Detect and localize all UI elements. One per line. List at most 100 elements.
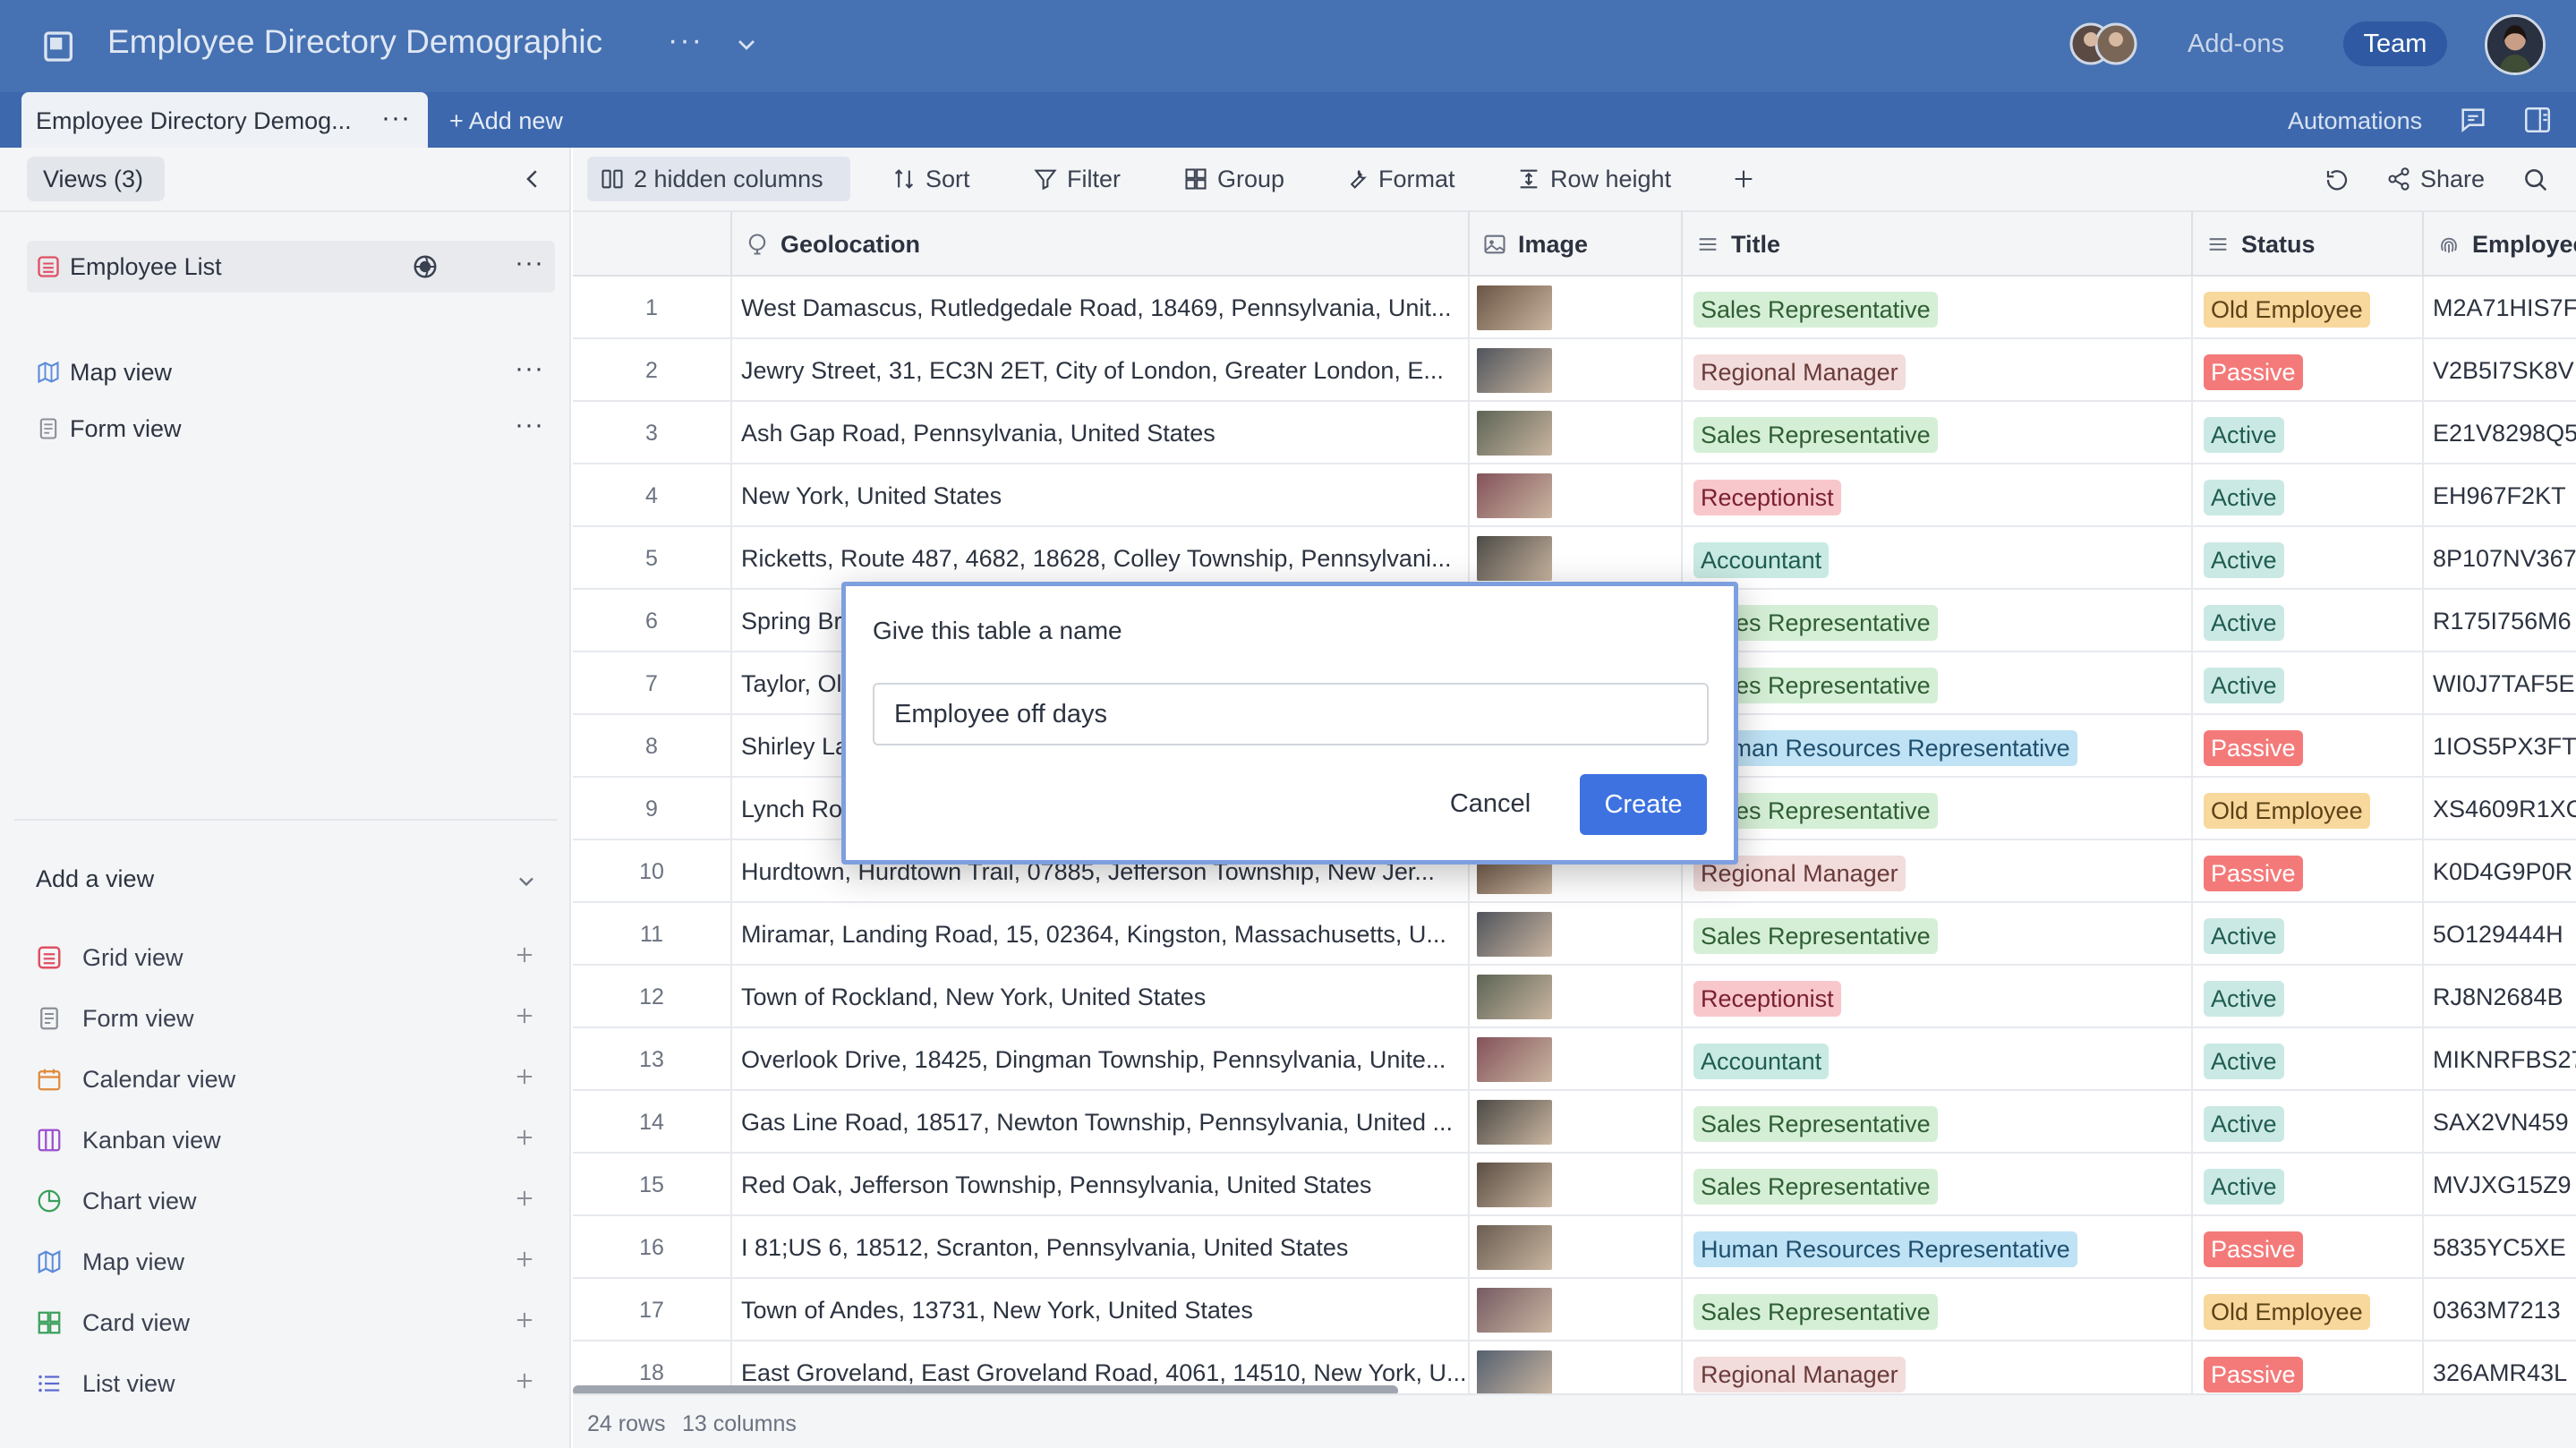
- table-tab-active[interactable]: Employee Directory Demog... ···: [21, 92, 428, 148]
- comment-icon[interactable]: [2458, 105, 2488, 135]
- title-cell[interactable]: Regional Manager: [1683, 1342, 2193, 1393]
- add-chart-view[interactable]: Chart view: [36, 1179, 546, 1223]
- column-header-status[interactable]: Status: [2193, 212, 2424, 277]
- status-cell[interactable]: Active: [2193, 903, 2424, 966]
- title-cell[interactable]: Sales Representative: [1683, 1154, 2193, 1216]
- status-cell[interactable]: Old Employee: [2193, 1279, 2424, 1342]
- plus-icon[interactable]: [512, 1186, 537, 1211]
- title-cell[interactable]: Sales Representative: [1683, 402, 2193, 464]
- employee-photo[interactable]: [1477, 1100, 1552, 1145]
- search-icon[interactable]: [2522, 166, 2549, 193]
- title-cell[interactable]: Receptionist: [1683, 464, 2193, 527]
- row-height-button[interactable]: Row height: [1516, 157, 1686, 201]
- table-tab-more-button[interactable]: ···: [381, 103, 411, 133]
- column-header-title[interactable]: Title: [1683, 212, 2193, 277]
- plus-icon[interactable]: [512, 942, 537, 967]
- geolocation-cell[interactable]: Overlook Drive, 18425, Dingman Township,…: [732, 1028, 1470, 1091]
- base-title[interactable]: Employee Directory Demographic: [107, 23, 602, 61]
- employee-id-cell[interactable]: EH967F2KT: [2424, 464, 2576, 527]
- view-more-button[interactable]: ···: [515, 410, 544, 440]
- employee-photo[interactable]: [1477, 1350, 1552, 1393]
- employee-id-cell[interactable]: 1IOS5PX3FT: [2424, 715, 2576, 778]
- table-row[interactable]: 14 Gas Line Road, 18517, Newton Township,…: [573, 1091, 2576, 1154]
- employee-id-cell[interactable]: 8P107NV367: [2424, 527, 2576, 590]
- geolocation-cell[interactable]: Jewry Street, 31, EC3N 2ET, City of Lond…: [732, 339, 1470, 402]
- filter-button[interactable]: Filter: [1033, 157, 1131, 201]
- image-cell[interactable]: [1470, 464, 1683, 527]
- plus-icon[interactable]: [512, 1307, 537, 1333]
- view-item-employee-list[interactable]: Employee List ···: [27, 241, 555, 293]
- employee-photo[interactable]: [1477, 975, 1552, 1019]
- column-header-employee[interactable]: Employee: [2424, 212, 2576, 277]
- employee-id-cell[interactable]: RJ8N2684B: [2424, 966, 2576, 1028]
- table-row[interactable]: 11 Miramar, Landing Road, 15, 02364, King…: [573, 903, 2576, 966]
- create-button[interactable]: Create: [1580, 774, 1707, 835]
- view-more-button[interactable]: ···: [515, 353, 544, 384]
- automations-button[interactable]: Automations: [2288, 107, 2422, 135]
- employee-photo[interactable]: [1477, 536, 1552, 581]
- geolocation-cell[interactable]: Ash Gap Road, Pennsylvania, United State…: [732, 402, 1470, 464]
- panel-icon[interactable]: [2522, 105, 2553, 135]
- employee-id-cell[interactable]: WI0J7TAF5E: [2424, 652, 2576, 715]
- status-cell[interactable]: Passive: [2193, 1342, 2424, 1393]
- plus-icon[interactable]: [512, 1064, 537, 1089]
- table-row[interactable]: 17 Town of Andes, 13731, New York, United…: [573, 1279, 2576, 1342]
- employee-id-cell[interactable]: SAX2VN459: [2424, 1091, 2576, 1154]
- title-cell[interactable]: Sales Representative: [1683, 277, 2193, 339]
- chevron-down-icon[interactable]: [732, 30, 761, 59]
- geolocation-cell[interactable]: Gas Line Road, 18517, Newton Township, P…: [732, 1091, 1470, 1154]
- employee-id-cell[interactable]: V2B5I7SK8V: [2424, 339, 2576, 402]
- status-cell[interactable]: Active: [2193, 402, 2424, 464]
- plus-icon[interactable]: [512, 1003, 537, 1028]
- geolocation-cell[interactable]: Red Oak, Jefferson Township, Pennsylvani…: [732, 1154, 1470, 1216]
- geolocation-cell[interactable]: Town of Rockland, New York, United State…: [732, 966, 1470, 1028]
- employee-photo[interactable]: [1477, 1037, 1552, 1082]
- collaborator-avatars[interactable]: [2069, 21, 2141, 66]
- table-row[interactable]: 3 Ash Gap Road, Pennsylvania, United Stat…: [573, 402, 2576, 464]
- status-cell[interactable]: Passive: [2193, 339, 2424, 402]
- title-cell[interactable]: Receptionist: [1683, 966, 2193, 1028]
- base-icon[interactable]: [41, 29, 77, 64]
- title-cell[interactable]: Sales Representative: [1683, 903, 2193, 966]
- image-cell[interactable]: [1470, 966, 1683, 1028]
- employee-id-cell[interactable]: 5O129444H: [2424, 903, 2576, 966]
- status-cell[interactable]: Passive: [2193, 715, 2424, 778]
- user-avatar[interactable]: [2485, 14, 2546, 75]
- view-item-map-view[interactable]: Map view ···: [27, 346, 555, 398]
- title-cell[interactable]: Regional Manager: [1683, 339, 2193, 402]
- sort-button[interactable]: Sort: [891, 157, 981, 201]
- geolocation-cell[interactable]: Ricketts, Route 487, 4682, 18628, Colley…: [732, 527, 1470, 590]
- chevron-down-icon[interactable]: [514, 869, 539, 894]
- add-form-view[interactable]: Form view: [36, 996, 546, 1041]
- employee-id-cell[interactable]: MVJXG15Z9: [2424, 1154, 2576, 1216]
- employee-photo[interactable]: [1477, 1225, 1552, 1270]
- image-cell[interactable]: [1470, 903, 1683, 966]
- employee-id-cell[interactable]: 0363M7213: [2424, 1279, 2576, 1342]
- employee-photo[interactable]: [1477, 912, 1552, 957]
- status-cell[interactable]: Active: [2193, 464, 2424, 527]
- view-more-button[interactable]: ···: [515, 248, 544, 278]
- employee-id-cell[interactable]: 326AMR43L: [2424, 1342, 2576, 1393]
- addons-button[interactable]: Add-ons: [2188, 30, 2284, 59]
- table-name-input[interactable]: [873, 683, 1709, 745]
- globe-icon[interactable]: [412, 253, 439, 280]
- table-row[interactable]: 1 West Damascus, Rutledgedale Road, 18469…: [573, 277, 2576, 339]
- title-cell[interactable]: Human Resources Representative: [1683, 1216, 2193, 1279]
- employee-id-cell[interactable]: E21V8298Q5: [2424, 402, 2576, 464]
- employee-id-cell[interactable]: MIKNRFBS27: [2424, 1028, 2576, 1091]
- team-button[interactable]: Team: [2343, 21, 2447, 66]
- employee-photo[interactable]: [1477, 411, 1552, 456]
- undo-icon[interactable]: [2324, 166, 2350, 193]
- employee-id-cell[interactable]: XS4609R1XC: [2424, 778, 2576, 840]
- title-cell[interactable]: Accountant: [1683, 527, 2193, 590]
- image-cell[interactable]: [1470, 1091, 1683, 1154]
- status-cell[interactable]: Active: [2193, 590, 2424, 652]
- column-header-geolocation[interactable]: Geolocation: [732, 212, 1470, 277]
- employee-id-cell[interactable]: M2A71HIS7F: [2424, 277, 2576, 339]
- table-row[interactable]: 16 I 81;US 6, 18512, Scranton, Pennsylvan…: [573, 1216, 2576, 1279]
- plus-icon[interactable]: [1731, 166, 1756, 192]
- geolocation-cell[interactable]: Town of Andes, 13731, New York, United S…: [732, 1279, 1470, 1342]
- add-new-table-button[interactable]: + Add new: [449, 107, 563, 135]
- image-cell[interactable]: [1470, 1028, 1683, 1091]
- table-row[interactable]: 5 Ricketts, Route 487, 4682, 18628, Colle…: [573, 527, 2576, 590]
